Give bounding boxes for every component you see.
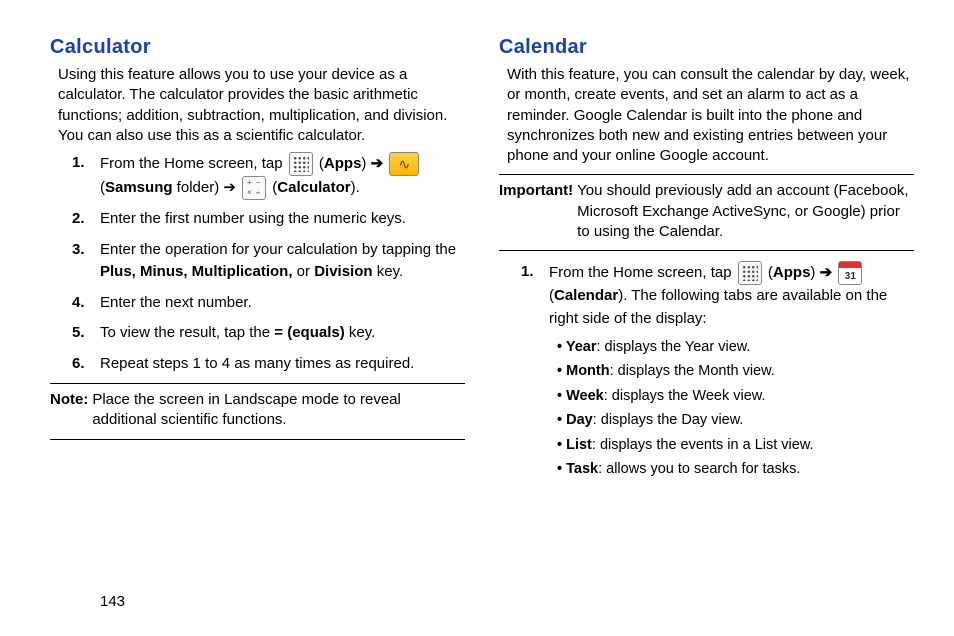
step-text: Enter the operation for your calculation… <box>100 241 456 258</box>
arrow-icon: ➔ <box>366 155 387 172</box>
bullet-bold: Year <box>566 339 597 355</box>
list-item: Task: allows you to search for tasks. <box>557 458 914 480</box>
step-number: 4. <box>72 292 100 315</box>
apps-label: Apps <box>773 264 811 281</box>
calendar-icon <box>838 261 862 285</box>
step-bold: Division <box>314 263 372 280</box>
tab-list: Year: displays the Year view. Month: dis… <box>557 336 914 481</box>
right-column: Calendar With this feature, you can cons… <box>499 36 914 491</box>
samsung-label: Samsung <box>105 179 173 196</box>
important-block: Important! You should previously add an … <box>499 181 914 242</box>
calculator-label: Calculator <box>277 179 350 196</box>
bullet-text: : displays the events in a List view. <box>592 437 814 453</box>
bullet-text: : displays the Day view. <box>593 412 744 428</box>
step-number: 1. <box>521 261 549 483</box>
important-text: You should previously add an account (Fa… <box>577 181 914 242</box>
step-text: To view the result, tap the <box>100 324 274 341</box>
step-bold: = (equals) <box>274 324 344 341</box>
step-body: To view the result, tap the = (equals) k… <box>100 322 465 345</box>
list-item: Day: displays the Day view. <box>557 409 914 431</box>
apps-icon <box>289 152 313 176</box>
step-body: Enter the next number. <box>100 292 465 315</box>
bullet-text: : displays the Week view. <box>604 388 766 404</box>
step-body: Enter the first number using the numeric… <box>100 208 465 231</box>
list-item: Year: displays the Year view. <box>557 336 914 358</box>
bullet-bold: Task <box>566 461 598 477</box>
calendar-heading: Calendar <box>499 36 914 59</box>
step-number: 3. <box>72 239 100 284</box>
calendar-label: Calendar <box>554 287 618 304</box>
bullet-text: : allows you to search for tasks. <box>598 461 800 477</box>
step-text: or <box>293 263 315 280</box>
apps-label: Apps <box>324 155 362 172</box>
step-text: key. <box>345 324 376 341</box>
bullet-bold: List <box>566 437 592 453</box>
calendar-intro: With this feature, you can consult the c… <box>507 65 914 166</box>
step-body: Enter the operation for your calculation… <box>100 239 465 284</box>
step-text: folder) ➔ <box>173 179 241 196</box>
bullet-text: : displays the Month view. <box>610 363 775 379</box>
calculator-heading: Calculator <box>50 36 465 59</box>
calculator-intro: Using this feature allows you to use you… <box>58 65 465 146</box>
calculator-icon <box>242 176 266 200</box>
step-number: 5. <box>72 322 100 345</box>
step-number: 2. <box>72 208 100 231</box>
note-text: Place the screen in Landscape mode to re… <box>92 390 465 431</box>
step-text: key. <box>373 263 404 280</box>
note-block: Note: Place the screen in Landscape mode… <box>50 390 465 431</box>
step-bold: Plus, Minus, Multiplication, <box>100 263 293 280</box>
step-text: From the Home screen, tap <box>100 155 287 172</box>
important-label: Important! <box>499 181 573 242</box>
bullet-text: : displays the Year view. <box>597 339 751 355</box>
step-body: From the Home screen, tap (Apps) ➔ (Cale… <box>549 261 914 483</box>
list-item: Month: displays the Month view. <box>557 360 914 382</box>
left-column: Calculator Using this feature allows you… <box>50 36 465 491</box>
divider <box>499 250 914 251</box>
apps-icon <box>738 261 762 285</box>
samsung-folder-icon <box>389 152 419 176</box>
list-item: List: displays the events in a List view… <box>557 434 914 456</box>
note-label: Note: <box>50 390 88 431</box>
step-body: Repeat steps 1 to 4 as many times as req… <box>100 353 465 376</box>
calculator-steps: 1. From the Home screen, tap (Apps) ➔ (S… <box>72 152 465 375</box>
bullet-bold: Week <box>566 388 604 404</box>
calendar-steps: 1. From the Home screen, tap (Apps) ➔ (C… <box>521 261 914 483</box>
divider <box>499 174 914 175</box>
divider <box>50 383 465 384</box>
divider <box>50 439 465 440</box>
step-number: 1. <box>72 152 100 200</box>
page-number: 143 <box>100 593 125 610</box>
step-body: From the Home screen, tap (Apps) ➔ (Sams… <box>100 152 465 200</box>
step-number: 6. <box>72 353 100 376</box>
bullet-bold: Day <box>566 412 593 428</box>
arrow-icon: ➔ <box>815 264 836 281</box>
bullet-bold: Month <box>566 363 609 379</box>
list-item: Week: displays the Week view. <box>557 385 914 407</box>
step-text: From the Home screen, tap <box>549 264 736 281</box>
